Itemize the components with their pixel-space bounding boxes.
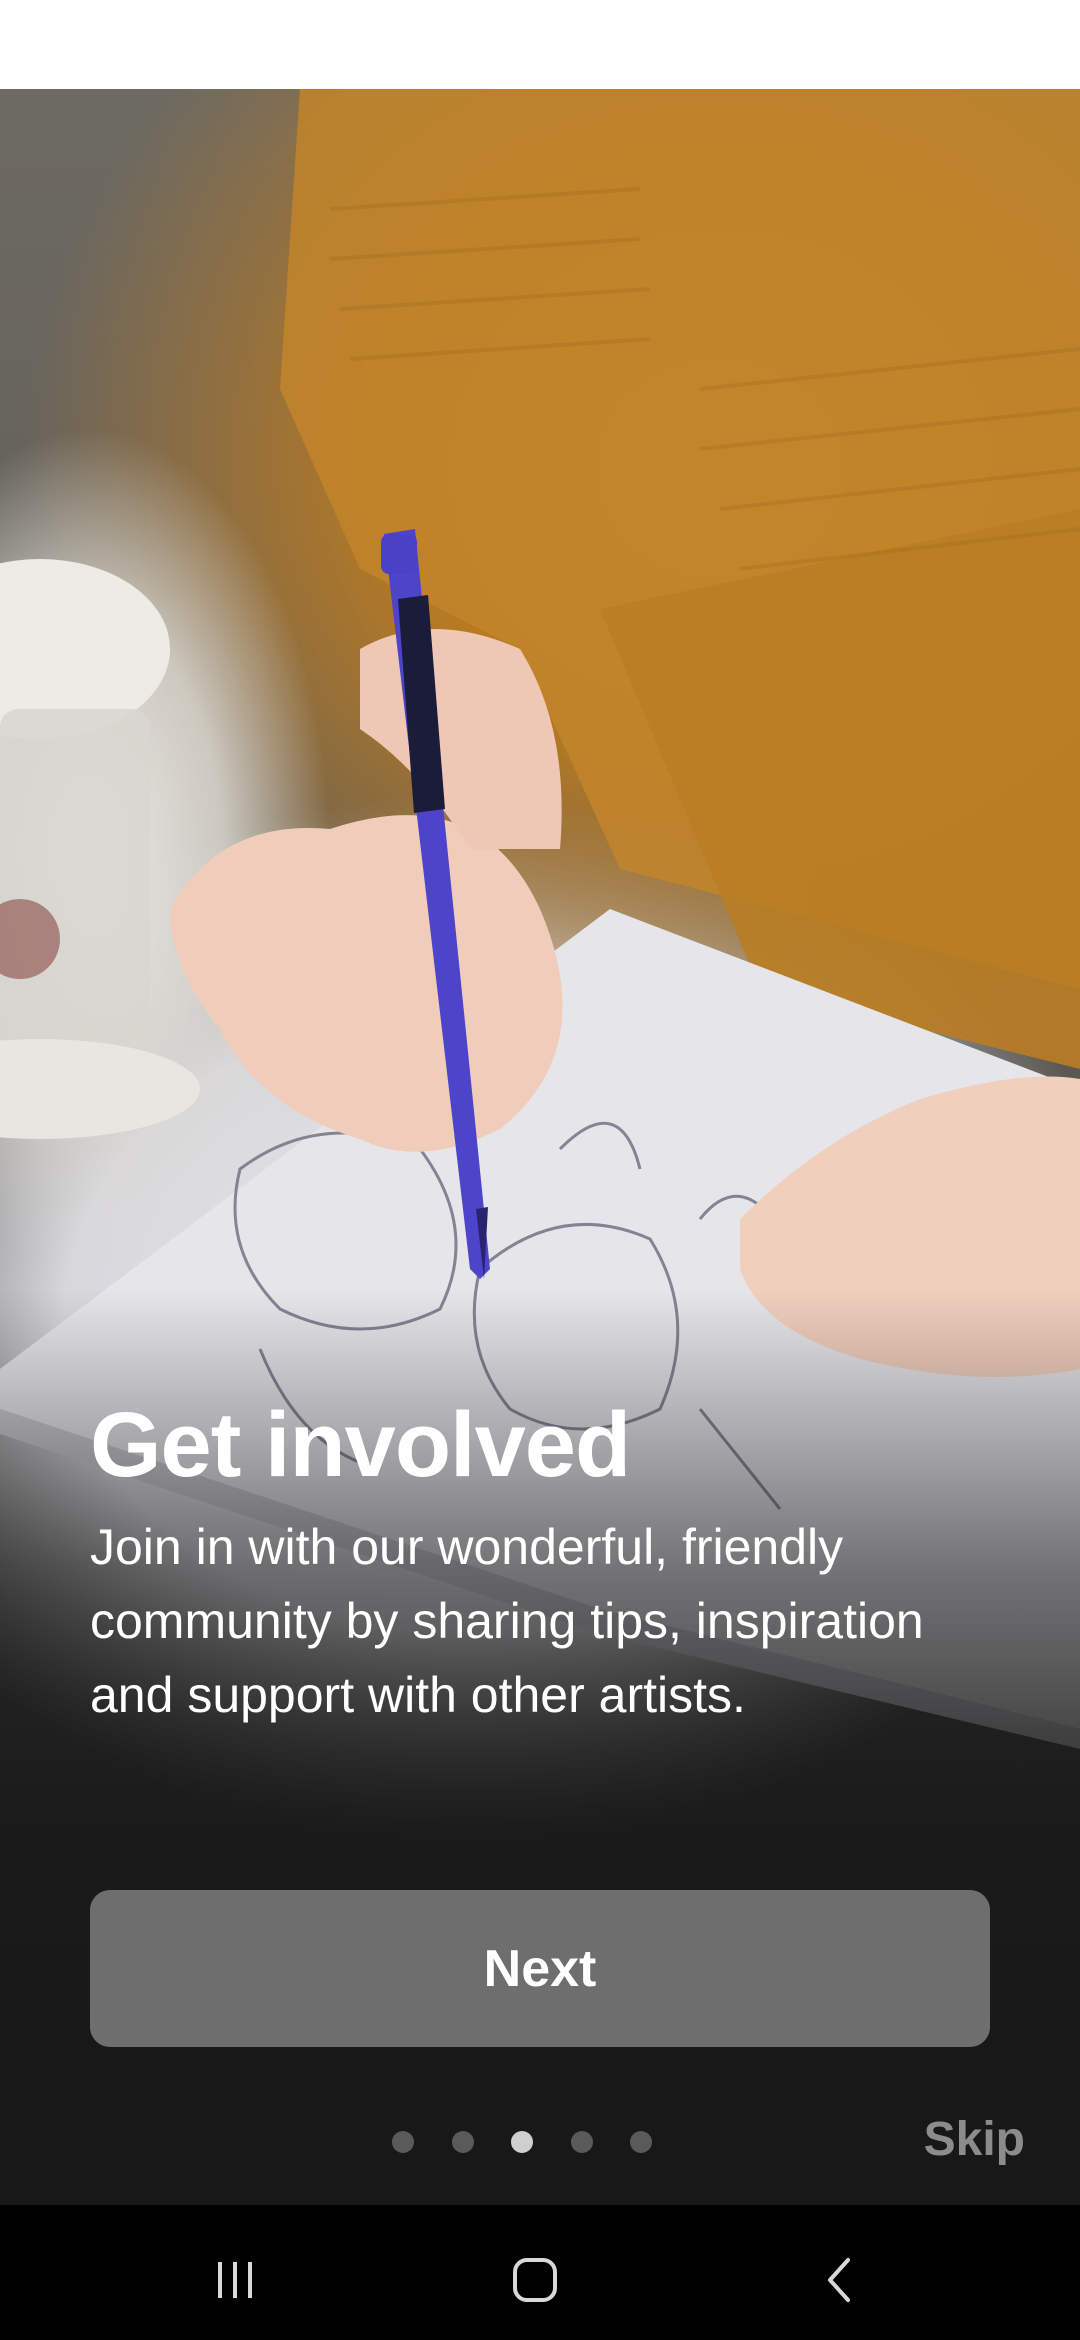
recents-icon	[218, 2262, 252, 2298]
page-dot-1[interactable]	[392, 2131, 414, 2153]
status-bar	[0, 0, 1080, 89]
page-indicator	[392, 2130, 652, 2154]
page-dot-3-active[interactable]	[511, 2131, 533, 2153]
home-button[interactable]	[490, 2235, 580, 2325]
back-button[interactable]	[795, 2235, 885, 2325]
onboarding-description: Join in with our wonderful, friendly com…	[90, 1519, 924, 1723]
back-icon	[828, 2258, 850, 2302]
page-dot-5[interactable]	[630, 2131, 652, 2153]
home-icon	[513, 2258, 557, 2302]
hero-image	[0, 89, 1080, 2205]
page-dot-2[interactable]	[451, 2131, 474, 2153]
page-dot-4[interactable]	[570, 2131, 593, 2153]
recents-button[interactable]	[190, 2235, 280, 2325]
skip-button[interactable]: Skip	[924, 2112, 1025, 2167]
onboarding-title: Get involved	[90, 1394, 631, 1496]
next-button[interactable]: Next	[90, 1890, 990, 2047]
system-navigation-bar	[0, 2205, 1080, 2340]
